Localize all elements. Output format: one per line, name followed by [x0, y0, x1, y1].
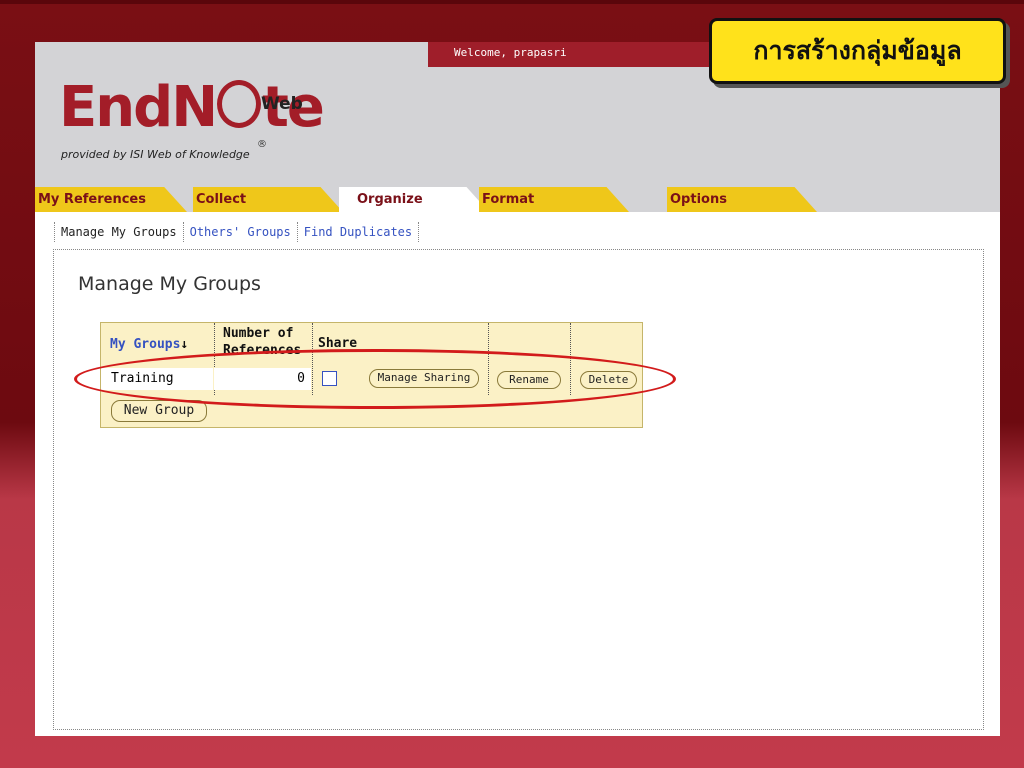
my-groups-header-label: My Groups: [110, 337, 181, 352]
welcome-text: Welcome, prapasri: [454, 46, 567, 59]
subnav-others-groups[interactable]: Others' Groups: [184, 222, 298, 242]
new-group-button[interactable]: New Group: [111, 400, 207, 422]
tab-options[interactable]: Options: [667, 187, 817, 212]
my-groups-header[interactable]: My Groups↓: [110, 337, 188, 352]
tab-collect[interactable]: Collect: [193, 187, 343, 212]
count-header-line1: Number of: [223, 326, 294, 341]
highlight-ellipse: [74, 349, 676, 409]
sub-navigation: Manage My Groups Others' Groups Find Dupli…: [54, 222, 420, 242]
logo-web-text: Web: [261, 94, 303, 114]
page-title: Manage My Groups: [78, 273, 261, 295]
logo-text-a: EndN: [59, 75, 218, 140]
top-stripe: [0, 0, 1024, 4]
tab-format[interactable]: Format: [479, 187, 629, 212]
slide-callout-title: การสร้างกลุ่มข้อมูล: [709, 18, 1006, 84]
subnav-manage-my-groups[interactable]: Manage My Groups: [54, 222, 184, 242]
tab-my-references[interactable]: My References: [35, 187, 187, 212]
subnav-find-duplicates[interactable]: Find Duplicates: [298, 222, 420, 242]
logo-o-ring: [217, 80, 262, 128]
logo-registered-mark: ®: [257, 139, 267, 150]
tab-organize[interactable]: Organize: [339, 187, 489, 212]
logo-subtitle: provided by ISI Web of Knowledge: [61, 148, 250, 161]
main-tabs: My References Collect Organize Format Op…: [35, 187, 1000, 212]
sort-down-arrow-icon: ↓: [180, 337, 189, 352]
